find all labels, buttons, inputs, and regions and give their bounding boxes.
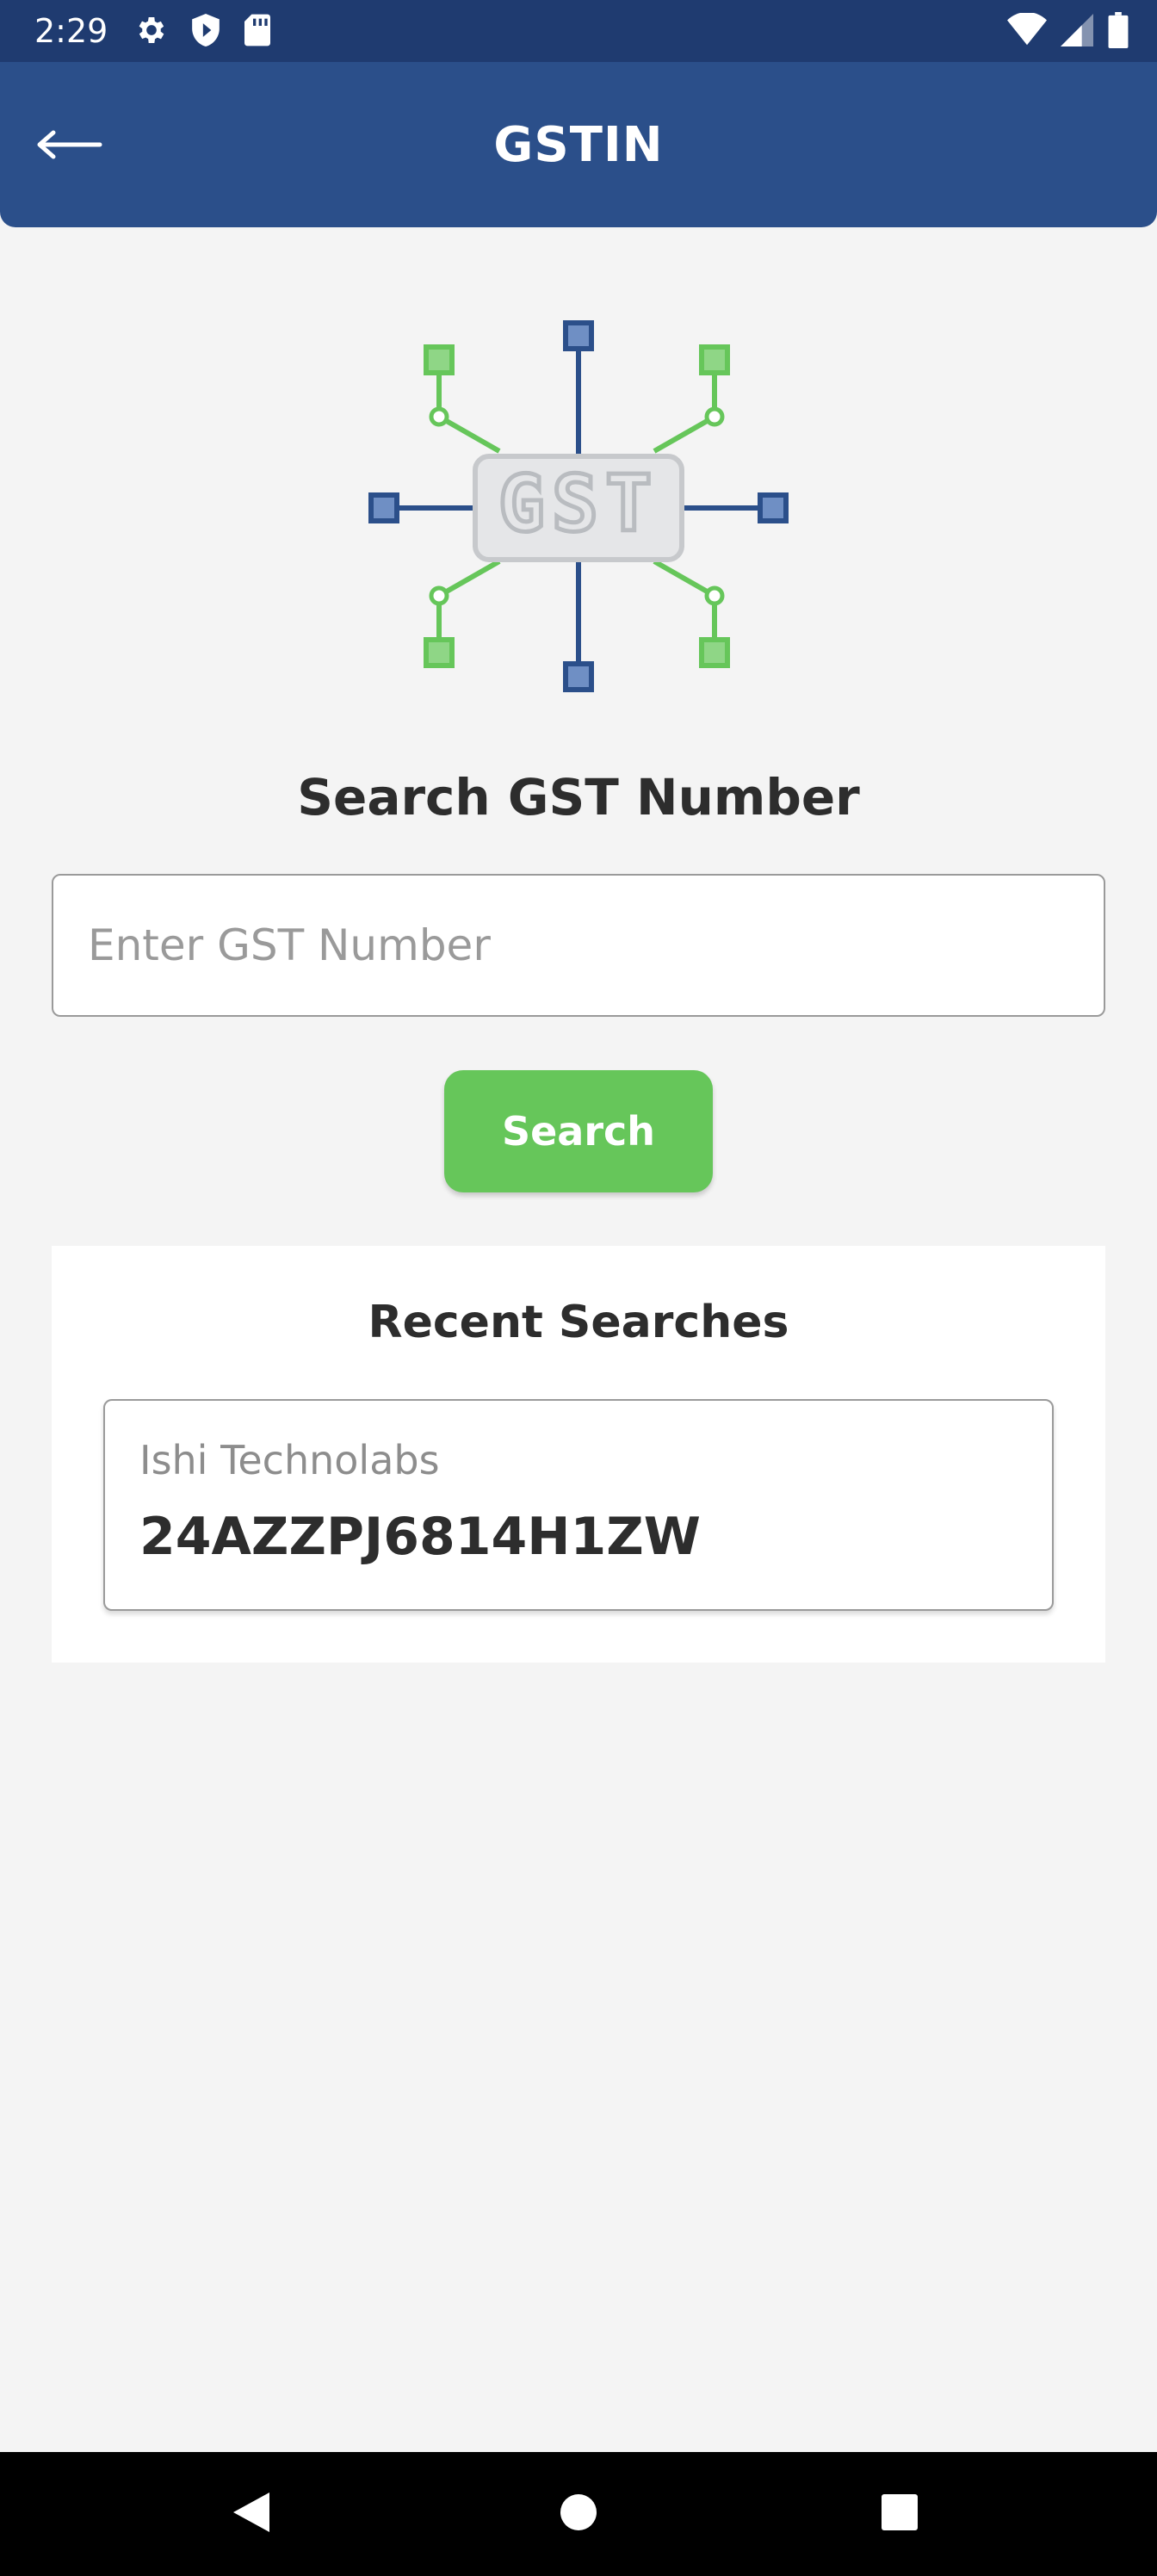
search-button[interactable]: Search [444, 1070, 713, 1192]
back-triangle-icon [232, 2491, 271, 2537]
nav-home-button[interactable] [553, 2488, 604, 2540]
sd-card-icon [243, 13, 272, 51]
status-left-icons [134, 12, 272, 52]
battery-icon [1107, 12, 1129, 52]
recent-searches-title: Recent Searches [368, 1297, 789, 1348]
system-nav-bar [0, 2452, 1157, 2576]
page-title: GSTIN [493, 117, 664, 173]
recent-item-gstin: 24AZZPJ6814H1ZW [139, 1507, 701, 1567]
wifi-icon [1007, 11, 1047, 51]
gst-network-illustration: GST [362, 317, 795, 697]
recent-searches-card: Recent Searches Ishi Technolabs 24AZZPJ6… [52, 1246, 1105, 1663]
status-time: 2:29 [34, 12, 108, 50]
app-bar: GSTIN [0, 62, 1157, 227]
shield-icon [189, 12, 222, 52]
gst-number-input[interactable] [52, 874, 1105, 1017]
status-right-icons [1007, 11, 1129, 52]
recents-square-icon [880, 2492, 919, 2536]
home-circle-icon [559, 2492, 598, 2536]
nav-recents-button[interactable] [874, 2488, 925, 2540]
nav-back-button[interactable] [226, 2488, 277, 2540]
recent-search-item[interactable]: Ishi Technolabs 24AZZPJ6814H1ZW [103, 1399, 1054, 1611]
gear-icon [134, 13, 169, 51]
gst-logo-text: GST [498, 459, 659, 549]
signal-icon [1061, 13, 1093, 51]
search-title: Search GST Number [297, 768, 860, 827]
recent-item-name: Ishi Technolabs [139, 1437, 440, 1483]
status-bar: 2:29 [0, 0, 1157, 62]
